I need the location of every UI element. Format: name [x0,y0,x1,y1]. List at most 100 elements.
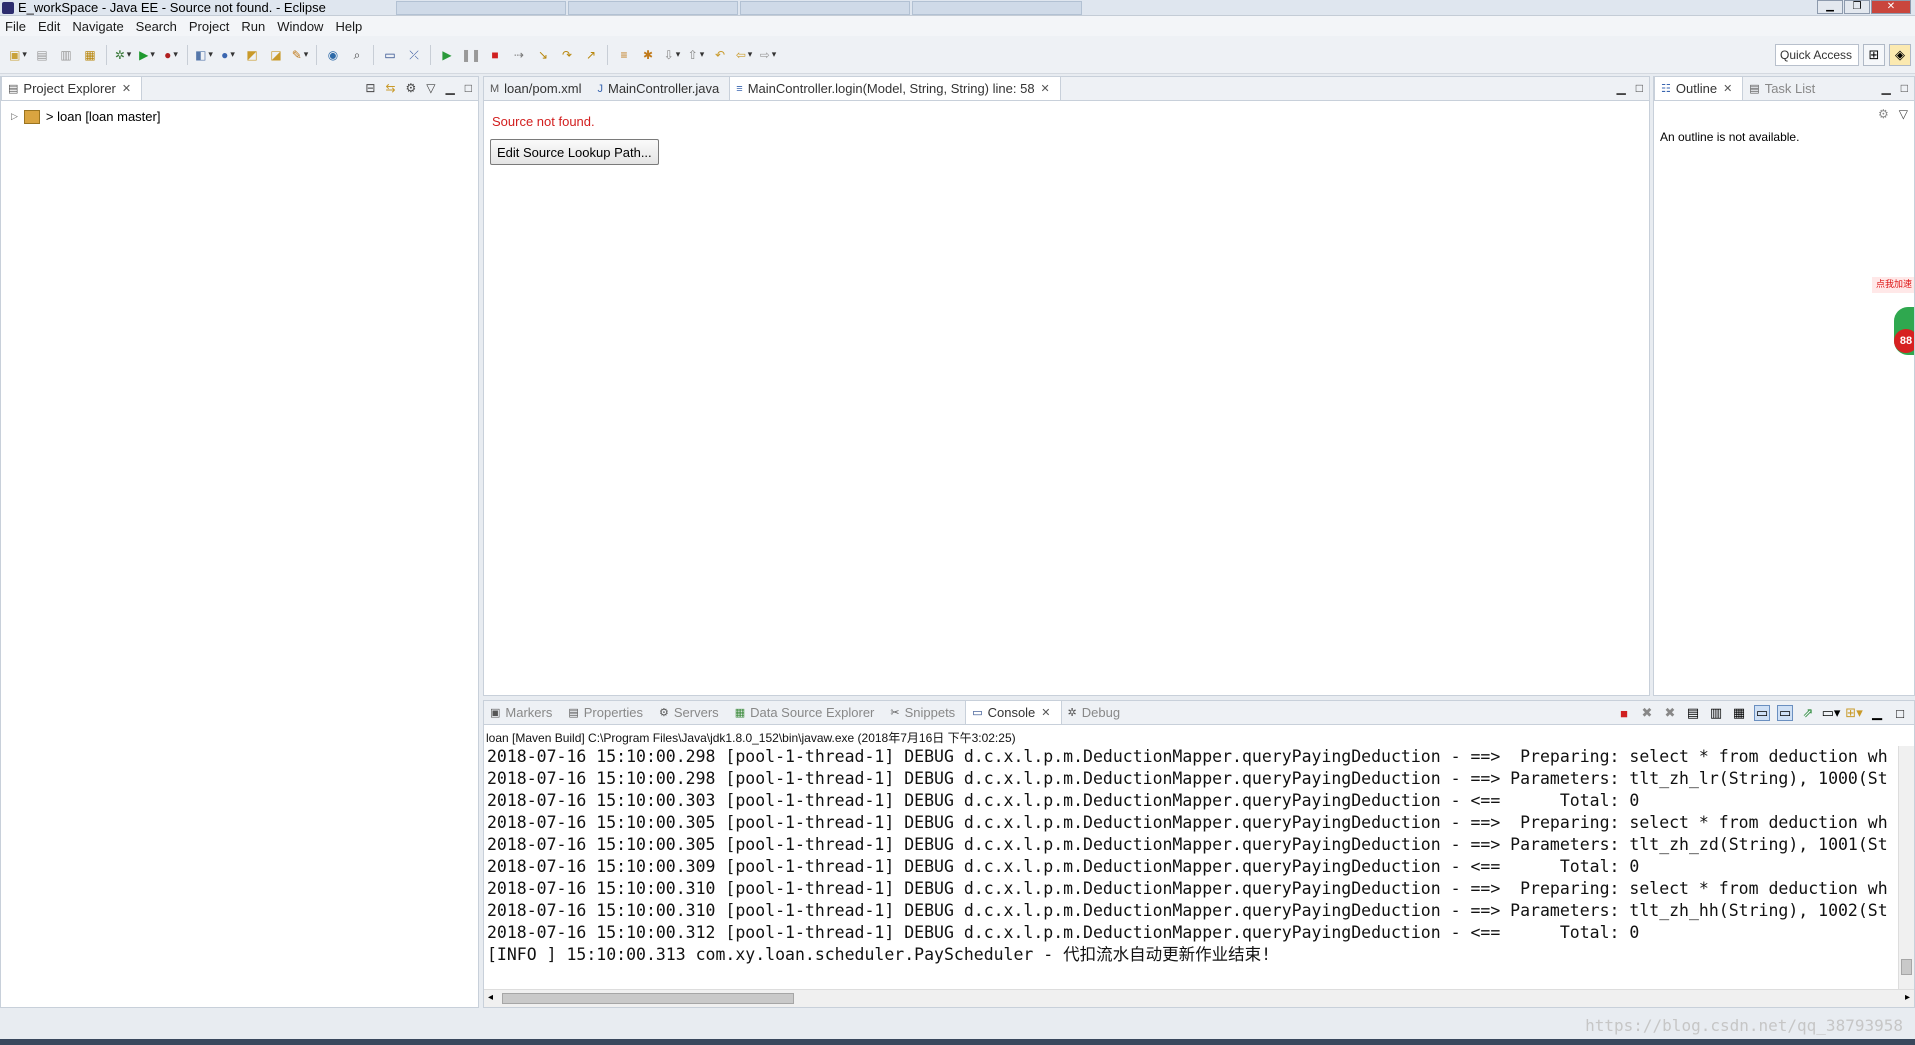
edit-source-lookup-button[interactable]: Edit Source Lookup Path... [490,139,659,165]
background-window[interactable] [567,0,738,15]
tab-project-explorer[interactable]: ▤ Project Explorer ✕ [1,77,143,100]
run-icon[interactable]: ▶ [138,46,156,64]
open-console-icon[interactable]: ⊞▾ [1845,705,1862,721]
open-task-icon[interactable]: ▦ [81,46,99,64]
step-over-icon[interactable]: ↷ [558,46,576,64]
menu-window[interactable]: Window [272,19,330,34]
minimize-icon[interactable]: ▁ [446,81,455,95]
forward-icon[interactable]: ⇨ [759,46,777,64]
scroll-thumb[interactable] [1901,959,1912,975]
clear-console-icon[interactable]: ▤ [1685,705,1701,721]
resume-icon[interactable]: ▶ [438,46,456,64]
brush-icon[interactable]: ✎ [291,46,309,64]
background-window[interactable] [395,0,566,15]
scroll-lock-icon[interactable]: ▥ [1708,705,1724,721]
show-on-stderr-icon[interactable]: ▭ [1777,705,1793,721]
scroll-right-icon[interactable]: ▸ [1905,992,1910,1003]
menu-help[interactable]: Help [330,19,369,34]
step-into-icon[interactable]: ↘ [534,46,552,64]
tree-item-loan[interactable]: ▷ > loan [loan master] [11,109,160,124]
close-icon[interactable]: ✕ [1723,82,1732,95]
tab-properties[interactable]: ▤ Properties [562,701,653,724]
tab-source-not-found[interactable]: ≡ MainController.login(Model, String, St… [729,77,1061,100]
menu-project[interactable]: Project [184,19,236,34]
scroll-left-icon[interactable]: ◂ [488,992,493,1003]
word-wrap-icon[interactable]: ▦ [1731,705,1747,721]
new-icon[interactable]: ▣ [9,46,27,64]
previous-annotation-icon[interactable]: ⇧ [687,46,705,64]
open-folder-icon[interactable]: ◪ [267,46,285,64]
filters-icon[interactable]: ⚙ [406,81,417,95]
horizontal-scrollbar[interactable]: ◂ ▸ [484,989,1914,1007]
minimize-icon[interactable]: ▁ [1869,705,1885,721]
menu-file[interactable]: File [0,19,33,34]
tab-debug[interactable]: ✲ Debug [1062,701,1131,724]
remove-launch-icon[interactable]: ✖ [1639,705,1655,721]
close-icon[interactable]: ✕ [1041,82,1050,95]
toggle-breadcrumb-icon[interactable]: ✱ [639,46,657,64]
tab-console[interactable]: ▭ Console ✕ [965,701,1062,724]
display-console-icon[interactable]: ▭▾ [1822,705,1841,721]
open-perspective-icon[interactable]: ⊞ [1863,44,1885,66]
back-icon[interactable]: ⇦ [735,46,753,64]
search-icon[interactable]: ⌕ [348,46,366,64]
tab-servers[interactable]: ⚙ Servers [653,701,729,724]
new-java-class-icon[interactable]: ● [219,46,237,64]
vertical-scrollbar[interactable] [1898,746,1914,989]
menu-search[interactable]: Search [131,19,184,34]
next-annotation-icon[interactable]: ⇩ [663,46,681,64]
floating-speed-widget[interactable]: 点我加速 88 [1872,277,1914,367]
menu-run[interactable]: Run [236,19,272,34]
tab-outline[interactable]: ☷ Outline ✕ [1654,77,1744,100]
view-menu-icon[interactable]: ▽ [426,81,435,95]
tab-snippets[interactable]: ✂ Snippets [884,701,965,724]
open-type-icon[interactable]: ◩ [243,46,261,64]
console-icon[interactable]: ▭ [381,46,399,64]
maximize-icon[interactable]: □ [1892,705,1908,721]
link-with-editor-icon[interactable]: ⇆ [385,81,395,95]
java-ee-perspective-icon[interactable]: ◈ [1889,44,1911,66]
tab-data-source-explorer[interactable]: ▦ Data Source Explorer [729,701,885,724]
last-edit-location-icon[interactable]: ↶ [711,46,729,64]
tab-pom-xml[interactable]: M loan/pom.xml [484,77,591,100]
tab-main-controller[interactable]: J MainController.java [591,77,729,100]
view-menu-icon[interactable]: ▽ [1899,107,1908,121]
pin-console-icon[interactable]: ⇗ [1800,705,1816,721]
restore-window-button[interactable]: ❐ [1844,0,1870,14]
skip-breakpoints-icon[interactable]: ⤫ [405,46,423,64]
step-return-icon[interactable]: ↗ [582,46,600,64]
background-window[interactable] [739,0,910,15]
show-on-stdout-icon[interactable]: ▭ [1754,705,1770,721]
filters-icon[interactable]: ⚙ [1878,107,1889,121]
menu-edit[interactable]: Edit [33,19,67,34]
terminate-icon[interactable]: ■ [486,46,504,64]
close-window-button[interactable]: ✕ [1871,0,1911,14]
console-output[interactable]: 2018-07-16 15:10:00.298 [pool-1-thread-1… [484,746,1896,989]
save-all-icon[interactable]: ▥ [57,46,75,64]
minimize-icon[interactable]: ▁ [1617,81,1626,95]
minimize-window-button[interactable]: ▁ [1817,0,1843,14]
close-icon[interactable]: ✕ [1041,706,1050,719]
terminate-icon[interactable]: ■ [1616,705,1632,721]
save-icon[interactable]: ▤ [33,46,51,64]
remove-all-terminated-icon[interactable]: ✖ [1662,705,1678,721]
background-window[interactable] [911,0,1082,15]
suspend-icon[interactable]: ❚❚ [461,46,481,64]
new-server-icon[interactable]: ◧ [195,46,213,64]
maximize-icon[interactable]: □ [1636,81,1643,95]
expand-arrow-icon[interactable]: ▷ [11,111,18,122]
quick-access-input[interactable]: Quick Access [1775,44,1859,66]
close-icon[interactable]: ✕ [122,82,131,95]
menu-navigate[interactable]: Navigate [67,19,130,34]
maximize-icon[interactable]: □ [1901,81,1908,95]
debug-icon[interactable]: ✲ [114,46,132,64]
tab-markers[interactable]: ▣ Markers [484,701,562,724]
minimize-icon[interactable]: ▁ [1882,81,1891,95]
collapse-all-icon[interactable]: ⊟ [365,81,375,95]
scroll-thumb[interactable] [502,993,794,1004]
run-external-tools-icon[interactable]: ● [162,46,180,64]
toggle-mark-occurrences-icon[interactable]: ≡ [615,46,633,64]
globe-icon[interactable]: ◉ [324,46,342,64]
maximize-icon[interactable]: □ [465,81,472,95]
disconnect-icon[interactable]: ⇢ [510,46,528,64]
